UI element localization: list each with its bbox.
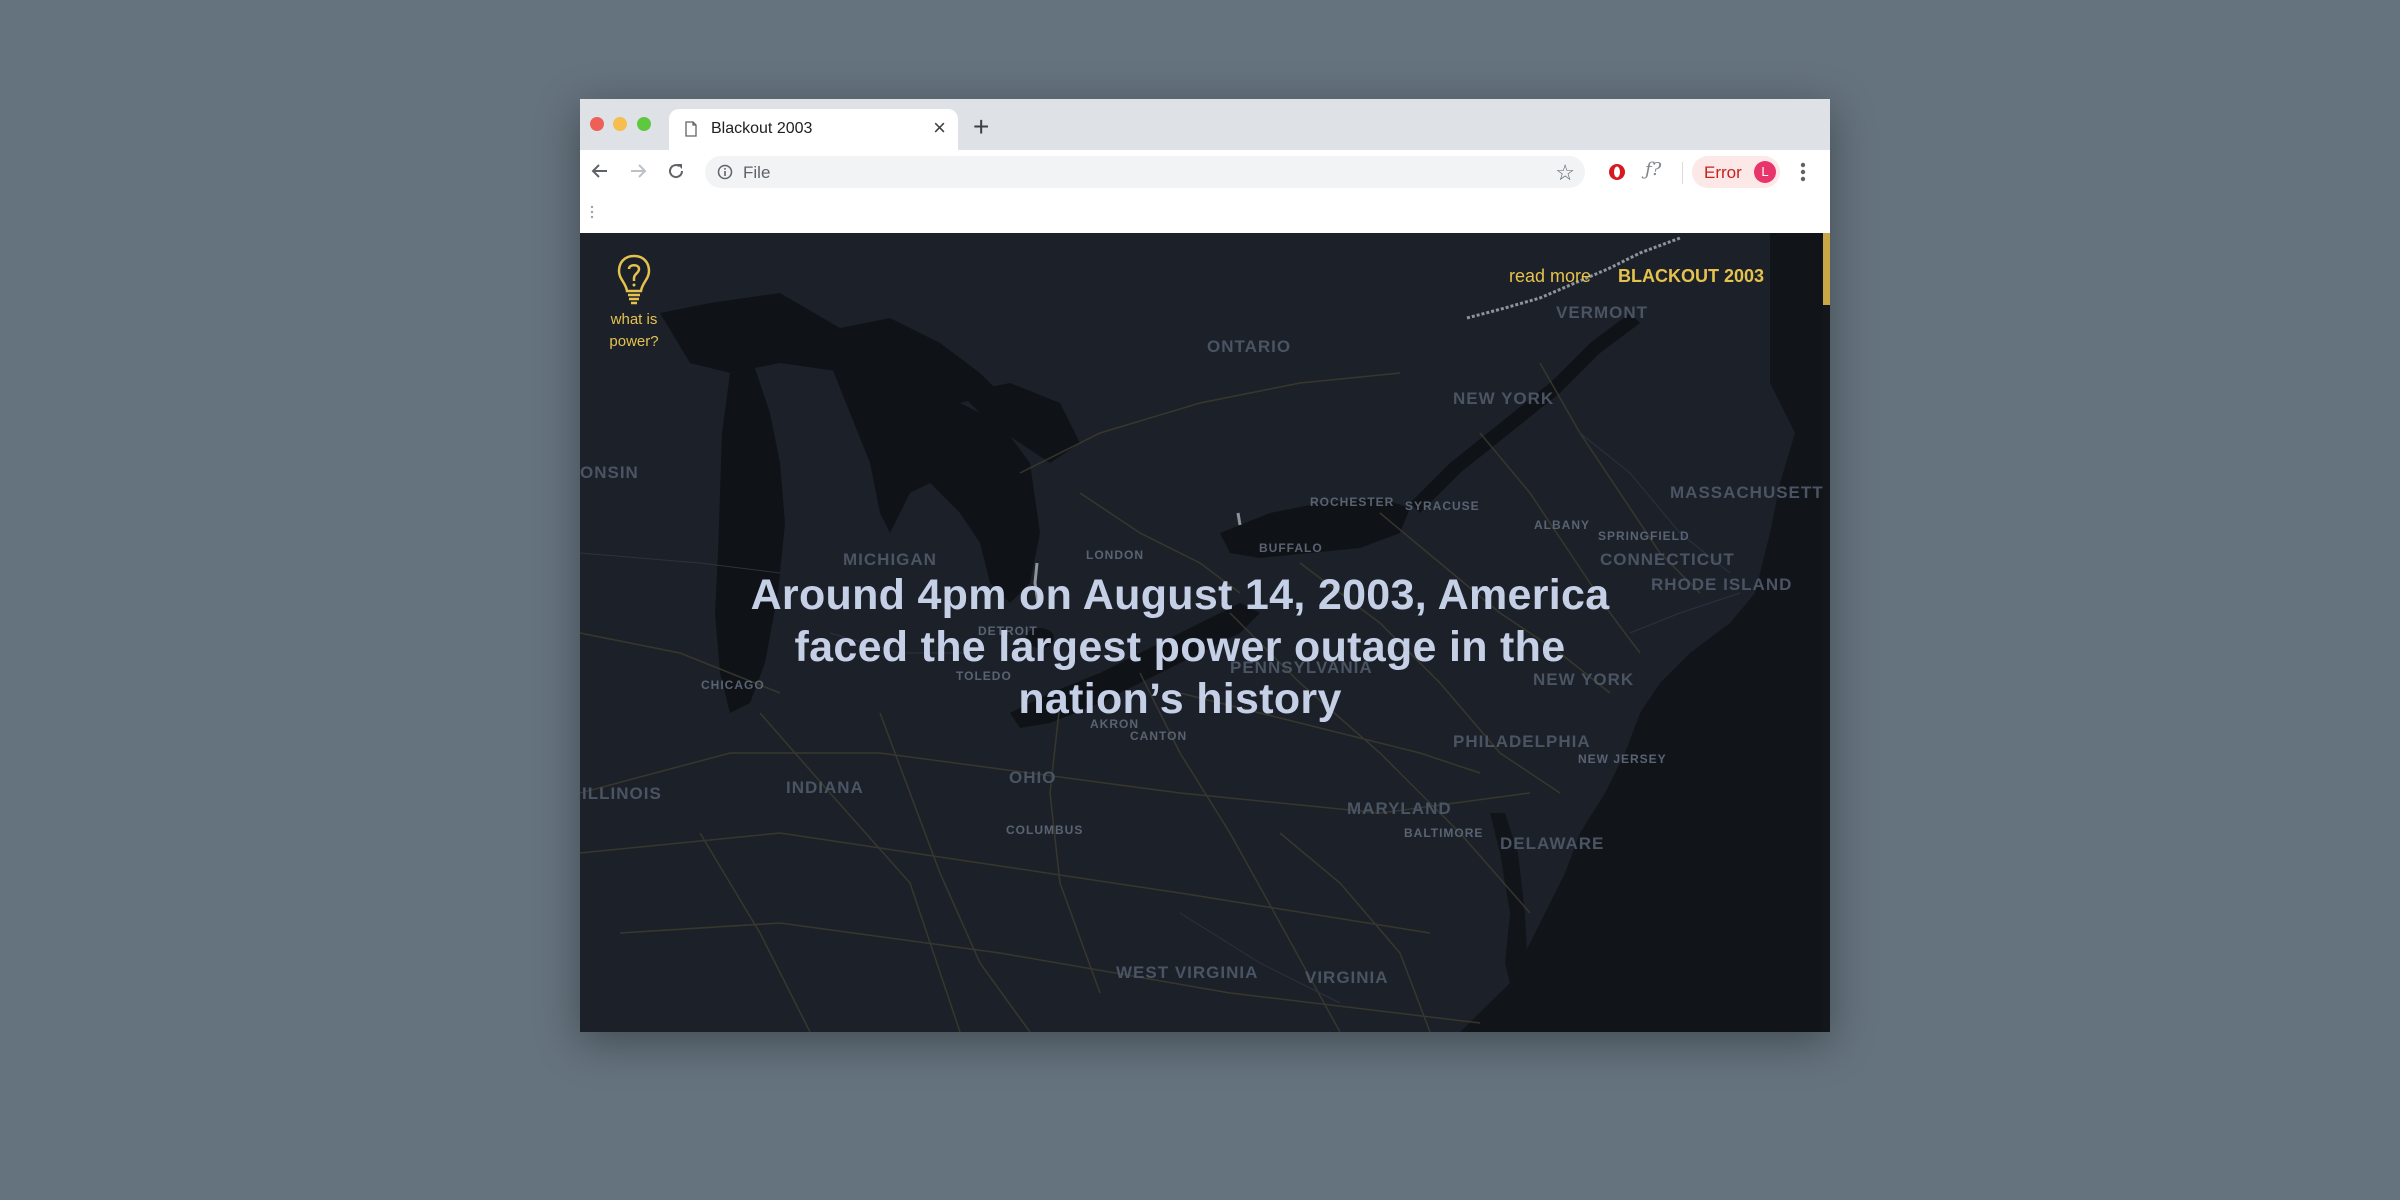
map-label-delaware: DELAWARE (1500, 834, 1605, 853)
maximize-window-button[interactable] (637, 117, 651, 131)
map-label-connecticut: CONNECTICUT (1600, 550, 1735, 569)
map-label-columbus: COLUMBUS (1006, 823, 1084, 837)
map-label-wisconsin: ONSIN (580, 463, 639, 482)
map-label-syracuse: SYRACUSE (1405, 499, 1480, 513)
read-more-link[interactable]: read more (1509, 266, 1591, 287)
map-label-vermont: VERMONT (1556, 303, 1648, 322)
scrollbar-thumb[interactable] (1823, 233, 1830, 305)
toolbar: File ☆ ƒ? Error L (580, 150, 1830, 195)
map-label-maryland: MARYLAND (1347, 799, 1452, 818)
map-label-ohio: OHIO (1009, 768, 1057, 787)
apps-icon[interactable] (590, 204, 594, 220)
star-icon[interactable]: ☆ (1555, 160, 1575, 186)
plus-icon[interactable]: + (973, 113, 989, 141)
back-arrow-icon[interactable] (587, 158, 613, 184)
url-text: File (743, 163, 771, 182)
map-label-virginia: VIRGINIA (1305, 968, 1389, 987)
map-label-london: LONDON (1086, 548, 1144, 562)
opera-icon[interactable] (1608, 163, 1626, 181)
map-label-baltimore: BALTIMORE (1404, 826, 1484, 840)
scrollbar[interactable] (1823, 233, 1830, 1032)
profile-error-button[interactable]: Error L (1692, 156, 1780, 188)
tab-blackout[interactable]: Blackout 2003 × (669, 109, 958, 150)
map-label-west-virginia: WEST VIRGINIA (1116, 963, 1259, 982)
reload-icon[interactable] (663, 158, 689, 184)
map-label-buffalo: BUFFALO (1259, 541, 1323, 555)
minimize-window-button[interactable] (613, 117, 627, 131)
page-headline: Around 4pm on August 14, 2003, America f… (750, 571, 1610, 723)
tab-title: Blackout 2003 (711, 120, 813, 137)
map-label-new-jersey: NEW JERSEY (1578, 752, 1667, 766)
help-label-line1: what is (610, 311, 658, 328)
formula-icon[interactable]: ƒ? (1645, 159, 1661, 180)
map-label-ontario: ONTARIO (1207, 337, 1292, 356)
map-label-michigan: MICHIGAN (843, 550, 937, 569)
info-icon[interactable] (717, 164, 733, 180)
map-label-indiana: INDIANA (786, 778, 864, 797)
lightbulb-question-icon (617, 254, 651, 305)
map-label-springfield: SPRINGFIELD (1598, 529, 1690, 543)
error-label: Error (1704, 163, 1742, 182)
help-label-line2: power? (609, 333, 659, 350)
close-icon[interactable]: × (933, 117, 946, 139)
map-label-illinois: ILLINOIS (582, 784, 662, 803)
divider (1682, 162, 1683, 184)
browser-window: Blackout 2003 × + File ☆ ƒ? Error L ONTA… (580, 99, 1830, 1032)
menu-icon[interactable] (1800, 159, 1806, 185)
forward-arrow-icon[interactable] (625, 158, 651, 184)
map-label-rochester: ROCHESTER (1310, 495, 1395, 509)
map-label-albany: ALBANY (1534, 518, 1590, 532)
page-viewport: ONTARIO VERMONT NEW YORK MASSACHUSETT CO… (580, 233, 1830, 1032)
tab-strip: Blackout 2003 × + (580, 99, 1830, 150)
map-label-canton: CANTON (1130, 729, 1188, 743)
map-label-philadelphia: PHILADELPHIA (1453, 732, 1591, 751)
map-label-new-york-state: NEW YORK (1453, 389, 1555, 408)
map-label-massachusetts: MASSACHUSETT (1670, 483, 1824, 502)
close-window-button[interactable] (590, 117, 604, 131)
document-icon (685, 121, 697, 137)
what-is-power-button[interactable]: what is power? (604, 253, 664, 373)
address-bar[interactable]: File ☆ (705, 156, 1585, 188)
map-label-rhode-island: RHODE ISLAND (1651, 575, 1793, 594)
avatar: L (1754, 161, 1776, 183)
blackout-2003-link[interactable]: BLACKOUT 2003 (1618, 266, 1764, 287)
bookmarks-bar (580, 195, 1830, 233)
